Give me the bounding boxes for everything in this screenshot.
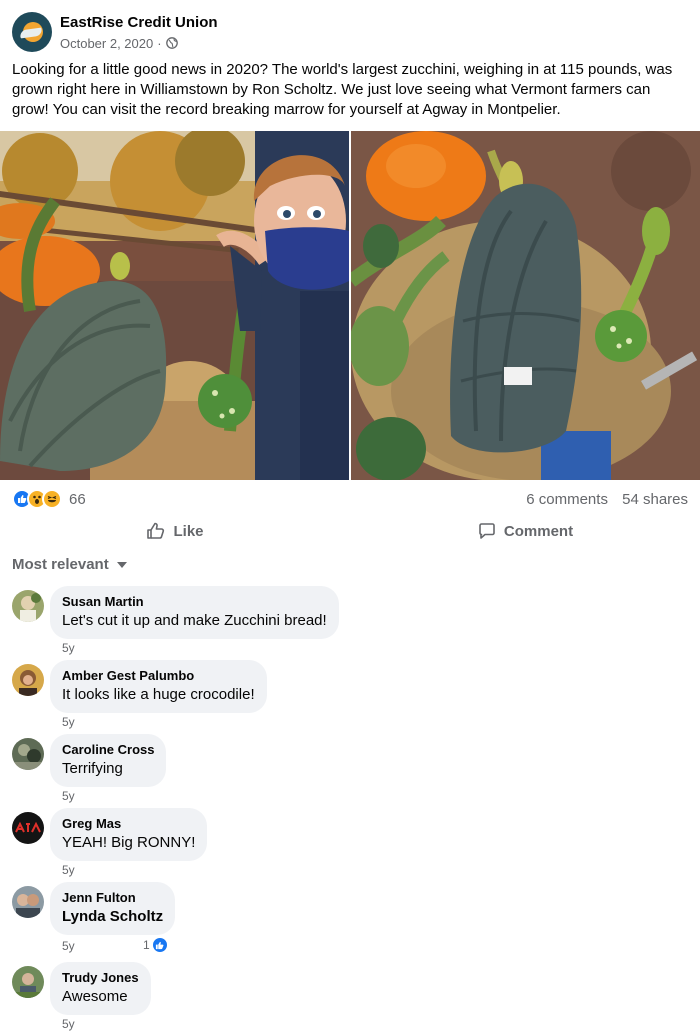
post-date[interactable]: October 2, 2020 (60, 35, 153, 52)
commenter-name[interactable]: Trudy Jones (62, 970, 139, 986)
commenter-avatar[interactable] (12, 738, 44, 770)
commenter-name[interactable]: Jenn Fulton (62, 890, 163, 906)
comment-text: YEAH! Big RONNY! (62, 834, 196, 851)
post-actions: Like Comment (0, 514, 700, 548)
comments-count-link[interactable]: 6 comments (526, 491, 608, 508)
comment-text: Terrifying (62, 760, 123, 777)
comment-bubble-icon (479, 523, 495, 539)
commenter-name[interactable]: Greg Mas (62, 816, 195, 832)
post-photos (0, 131, 700, 480)
comment-bubble: Trudy Jones Awesome (50, 962, 151, 1015)
photo-1-illustration (0, 131, 349, 480)
comment-bubble: Susan Martin Let's cut it up and make Zu… (50, 586, 339, 639)
post-header: EastRise Credit Union October 2, 2020 · (12, 12, 218, 52)
comment-time[interactable]: 5y (62, 1017, 75, 1031)
shares-count-link[interactable]: 54 shares (622, 491, 688, 508)
post-meta: October 2, 2020 · (60, 35, 218, 52)
like-badge-icon (150, 936, 169, 954)
commenter-avatar[interactable] (12, 812, 44, 844)
page-avatar[interactable] (12, 12, 52, 52)
meta-separator: · (157, 35, 162, 51)
comment-time[interactable]: 5y (62, 715, 75, 729)
comments-filter-dropdown[interactable]: Most relevant (12, 556, 127, 573)
commenter-name[interactable]: Caroline Cross (62, 742, 154, 758)
comment-bubble: Greg Mas YEAH! Big RONNY! (50, 808, 208, 861)
photo-2-illustration (351, 131, 700, 480)
post-stats: 66 6 comments 54 shares (12, 488, 688, 510)
thumbs-up-icon (147, 522, 165, 539)
comment-bubble: Jenn Fulton Lynda Scholtz (50, 882, 176, 935)
comment-label: Comment (503, 522, 574, 540)
comment-text: It looks like a huge crocodile! (62, 686, 255, 703)
like-button[interactable]: Like (0, 514, 350, 548)
comment-button[interactable]: Comment (350, 514, 700, 548)
comment-time[interactable]: 5y (62, 641, 75, 655)
photo-selfie-with-zucchini[interactable] (0, 131, 349, 480)
globe-icon[interactable] (165, 37, 178, 49)
comment-bubble: Amber Gest Palumbo It looks like a huge … (50, 660, 267, 713)
commenter-avatar[interactable] (12, 664, 44, 696)
post-text: Looking for a little good news in 2020? … (12, 61, 673, 118)
comments-filter-label: Most relevant (12, 556, 109, 573)
commenter-avatar[interactable] (12, 966, 44, 998)
caret-down-icon (116, 561, 127, 568)
commenter-name[interactable]: Amber Gest Palumbo (62, 668, 255, 684)
commenter-avatar[interactable] (12, 590, 44, 622)
commenter-name[interactable]: Susan Martin (62, 594, 327, 610)
haha-reaction-icon (42, 489, 62, 509)
tagged-user-link[interactable]: Lynda Scholtz (62, 907, 163, 927)
comment-time[interactable]: 5y (62, 789, 75, 803)
photo-zucchini-on-hay[interactable] (351, 131, 700, 480)
commenter-avatar[interactable] (12, 886, 44, 918)
comment-text: Let's cut it up and make Zucchini bread! (62, 612, 327, 629)
comment-time[interactable]: 5y (62, 939, 75, 953)
comment-bubble: Caroline Cross Terrifying (50, 734, 167, 787)
reactions-summary[interactable]: 66 (12, 489, 86, 509)
comment-time[interactable]: 5y (62, 863, 75, 877)
comment-text: Awesome (62, 988, 128, 1005)
like-label: Like (173, 522, 204, 540)
engagement-counts: 6 comments 54 shares (516, 491, 688, 508)
comment-like-number: 1 (143, 938, 150, 952)
reaction-count: 66 (69, 490, 86, 508)
comment-like-count[interactable]: 1 (143, 936, 169, 954)
page-name[interactable]: EastRise Credit Union (60, 13, 218, 32)
